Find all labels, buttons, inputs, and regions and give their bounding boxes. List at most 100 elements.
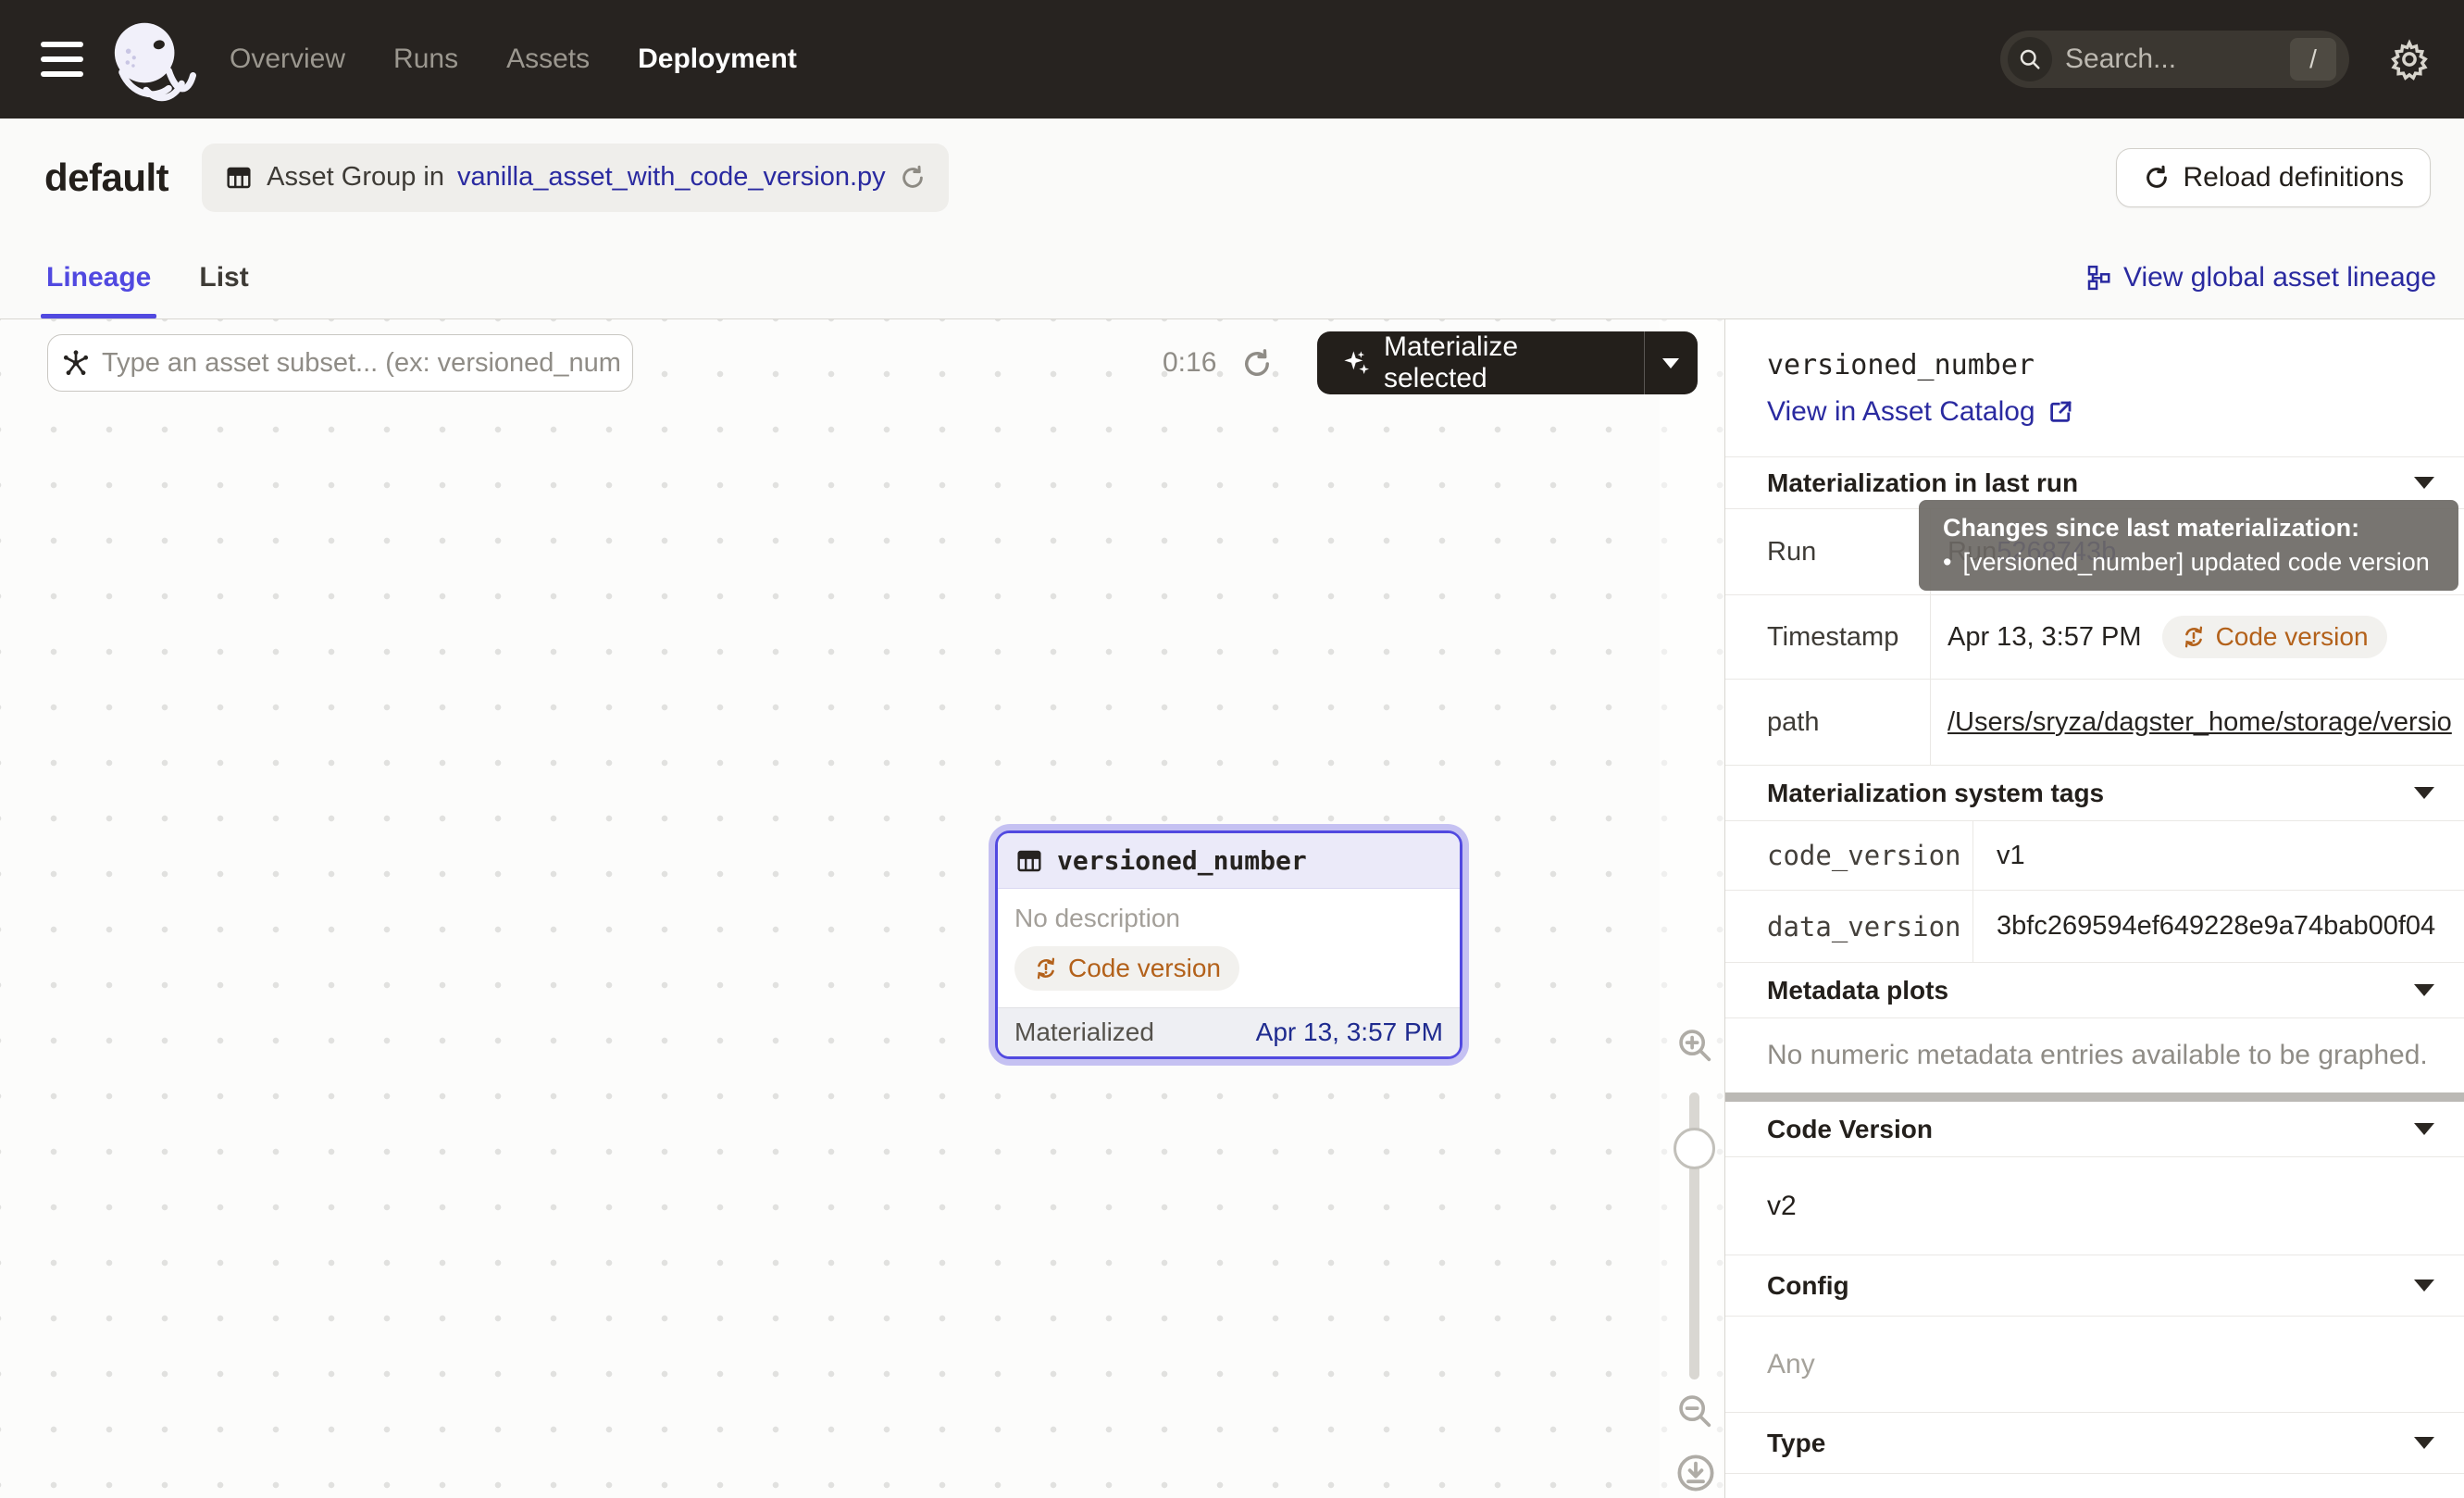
materialize-dropdown-button[interactable]: [1645, 331, 1698, 394]
nav-link-deployment[interactable]: Deployment: [638, 44, 797, 75]
caret-down-icon: [2414, 1280, 2434, 1292]
section-title: Materialization in last run: [1767, 468, 2078, 498]
code-version-current-value: v2: [1725, 1157, 2464, 1255]
nav-link-assets[interactable]: Assets: [506, 44, 590, 75]
code-version-sync-icon: [2181, 624, 2207, 650]
asset-subset-filter[interactable]: [47, 334, 633, 392]
lineage-graph-icon: [2084, 264, 2112, 292]
section-title: Code Version: [1767, 1115, 1933, 1144]
caret-down-icon: [2414, 787, 2434, 799]
asset-group-file-link[interactable]: vanilla_asset_with_code_version.py: [457, 162, 886, 193]
data-version-value: 3bfc269594ef649228e9a74bab00f04: [1973, 891, 2464, 962]
asset-subset-input[interactable]: [102, 348, 619, 379]
row-timestamp: Timestamp Apr 13, 3:57 PM: [1725, 595, 2464, 680]
zoom-out-icon[interactable]: [1674, 1390, 1716, 1432]
tooltip-item-text: [versioned_number] updated code version: [1962, 548, 2429, 577]
nav-link-overview[interactable]: Overview: [230, 44, 345, 75]
asset-group-label: Asset Group in: [267, 162, 444, 193]
asset-node-footer: Materialized Apr 13, 3:57 PM: [998, 1007, 1460, 1056]
row-label: Timestamp: [1725, 595, 1931, 679]
refresh-graph-icon[interactable]: [1240, 347, 1274, 381]
page-title: default: [44, 156, 168, 200]
caret-down-icon: [2414, 477, 2434, 489]
row-label: path: [1725, 680, 1931, 765]
code-version-badge[interactable]: Code version: [1014, 946, 1239, 991]
asset-node-title: versioned_number: [1057, 845, 1307, 876]
section-metadata-plots[interactable]: Metadata plots: [1725, 963, 2464, 1018]
metadata-plots-empty-message: No numeric metadata entries available to…: [1725, 1018, 2464, 1092]
lineage-canvas[interactable]: 0:16 Materialize selected: [0, 319, 1724, 1498]
asset-node-body: No description Code version: [998, 889, 1460, 1007]
top-nav: Overview Runs Assets Deployment /: [0, 0, 2464, 119]
caret-down-icon: [2414, 1123, 2434, 1135]
tab-list[interactable]: List: [193, 236, 254, 318]
hamburger-menu-icon[interactable]: [41, 42, 83, 77]
asset-node-header: versioned_number: [998, 833, 1460, 889]
search-box[interactable]: /: [2000, 31, 2349, 88]
search-icon: [2008, 37, 2052, 81]
view-global-asset-lineage-link[interactable]: View global asset lineage: [2084, 236, 2436, 318]
gear-icon[interactable]: [2388, 38, 2431, 81]
path-link[interactable]: /Users/sryza/dagster_home/storage/versio: [1948, 707, 2452, 738]
row-label: data_version: [1725, 891, 1973, 962]
section-code-version[interactable]: Code Version: [1725, 1102, 2464, 1157]
view-in-asset-catalog-link[interactable]: View in Asset Catalog: [1767, 396, 2074, 428]
section-title: Config: [1767, 1271, 1849, 1301]
tooltip-bullet: •: [1943, 548, 1951, 577]
refresh-icon[interactable]: [899, 164, 927, 192]
view-in-asset-catalog-label: View in Asset Catalog: [1767, 396, 2035, 428]
table-grid-icon: [224, 163, 254, 193]
section-title: Materialization system tags: [1767, 779, 2104, 808]
page-header: default Asset Group in vanilla_asset_wit…: [0, 119, 2464, 236]
code-version-badge-label: Code version: [2216, 622, 2369, 652]
search-shortcut-key: /: [2290, 38, 2336, 81]
materialize-split-button: Materialize selected: [1317, 331, 1698, 394]
code-version-badge-label: Code version: [1068, 954, 1221, 983]
materialized-time[interactable]: Apr 13, 3:57 PM: [1256, 1017, 1443, 1047]
dagster-logo: [107, 11, 196, 120]
reload-definitions-label: Reload definitions: [2184, 162, 2405, 193]
chevron-down-icon: [1662, 358, 1679, 368]
asset-node-versioned-number[interactable]: versioned_number No description: [995, 830, 1462, 1059]
sidebar-asset-name: versioned_number: [1767, 349, 2464, 381]
view-global-asset-lineage-label: View global asset lineage: [2123, 262, 2436, 293]
download-image-icon[interactable]: [1674, 1451, 1718, 1495]
content: 0:16 Materialize selected: [0, 319, 2464, 1498]
tab-lineage[interactable]: Lineage: [41, 236, 156, 318]
asset-sidebar: versioned_number View in Asset Catalog M…: [1724, 319, 2464, 1498]
caret-down-icon: [2414, 984, 2434, 996]
external-link-icon: [2047, 398, 2074, 426]
zoom-in-icon[interactable]: [1674, 1024, 1716, 1067]
refresh-timer: 0:16: [1163, 334, 1216, 392]
reload-definitions-button[interactable]: Reload definitions: [2116, 148, 2432, 207]
config-value: Any: [1725, 1317, 2464, 1413]
row-data-version: data_version 3bfc269594ef649228e9a74bab0…: [1725, 891, 2464, 963]
code-version-badge[interactable]: Code version: [2162, 616, 2387, 658]
table-grid-icon: [1014, 846, 1044, 876]
section-title: Type: [1767, 1429, 1825, 1458]
primary-nav: Overview Runs Assets Deployment: [230, 44, 797, 75]
caret-down-icon: [2414, 1437, 2434, 1449]
timestamp-value[interactable]: Apr 13, 3:57 PM: [1948, 622, 2142, 653]
nav-link-runs[interactable]: Runs: [393, 44, 458, 75]
asset-node-description: No description: [1014, 904, 1443, 933]
zoom-slider-knob[interactable]: [1674, 1128, 1715, 1169]
materialize-selected-button[interactable]: Materialize selected: [1317, 331, 1644, 394]
row-code-version: code_version v1: [1725, 821, 2464, 891]
materialize-selected-label: Materialize selected: [1384, 331, 1620, 394]
section-materialization-system-tags[interactable]: Materialization system tags: [1725, 766, 2464, 821]
section-title: Metadata plots: [1767, 976, 1948, 1005]
changes-since-last-materialization-tooltip: Changes since last materialization: • [v…: [1919, 500, 2458, 591]
section-type[interactable]: Type: [1725, 1413, 2464, 1474]
tooltip-title: Changes since last materialization:: [1943, 514, 2434, 543]
materialized-status-label: Materialized: [1014, 1017, 1154, 1047]
asset-group-breadcrumb: Asset Group in vanilla_asset_with_code_v…: [202, 144, 949, 212]
row-label: Run: [1725, 509, 1931, 594]
section-config[interactable]: Config: [1725, 1255, 2464, 1317]
reload-icon: [2143, 164, 2171, 192]
asset-graph-filter-icon: [61, 348, 91, 378]
panel-resize-handle[interactable]: [1725, 1092, 2464, 1102]
row-label: code_version: [1725, 821, 1973, 890]
dagster-app: Overview Runs Assets Deployment /: [0, 0, 2464, 1498]
search-input[interactable]: [2065, 44, 2277, 75]
